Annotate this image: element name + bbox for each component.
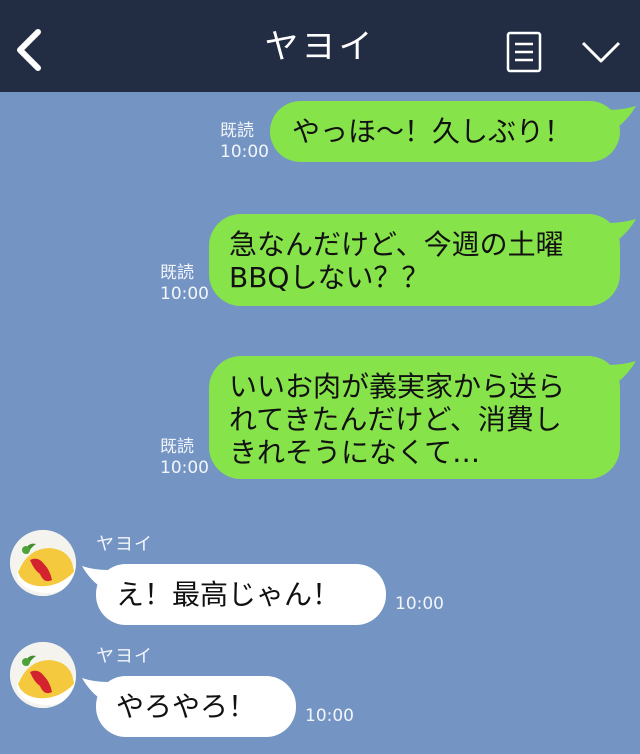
- avatar[interactable]: [10, 530, 76, 596]
- bubble-tail: [608, 106, 636, 130]
- message-time: 10:00: [160, 284, 209, 304]
- read-receipt: 既読: [220, 121, 254, 141]
- message-time: 10:00: [160, 458, 209, 478]
- message-time: 10:00: [220, 142, 269, 162]
- sender-name: ヤヨイ: [96, 534, 153, 555]
- avatar[interactable]: [10, 642, 76, 708]
- chevron-down-icon[interactable]: [580, 36, 622, 66]
- outgoing-message[interactable]: やっほ〜！久しぶり！: [270, 101, 620, 162]
- omelette-rice-icon: [10, 530, 76, 596]
- bubble-tail: [608, 361, 636, 385]
- chat-title: ヤヨイ: [264, 27, 376, 67]
- message-time: 10:00: [305, 706, 354, 726]
- outgoing-message[interactable]: 急なんだけど、今週の土曜 BBQしない？？: [209, 214, 620, 306]
- omelette-rice-icon: [10, 642, 76, 708]
- message-meta: 既読 10:00: [160, 263, 209, 305]
- bubble-tail: [608, 219, 636, 243]
- read-receipt: 既読: [160, 263, 194, 283]
- message-meta: 既読 10:00: [160, 437, 209, 479]
- chat-header: ヤヨイ: [0, 0, 640, 92]
- message-meta: 既読 10:00: [220, 121, 269, 163]
- message-time: 10:00: [395, 594, 444, 614]
- notes-icon[interactable]: [506, 31, 542, 73]
- incoming-message[interactable]: やろやろ！: [96, 676, 296, 737]
- read-receipt: 既読: [160, 437, 194, 457]
- outgoing-message[interactable]: いいお肉が義実家から送ら れてきたんだけど、消費し きれそうになくて…: [209, 356, 620, 479]
- incoming-message[interactable]: え！最高じゃん！: [96, 564, 386, 625]
- sender-name: ヤヨイ: [96, 646, 153, 667]
